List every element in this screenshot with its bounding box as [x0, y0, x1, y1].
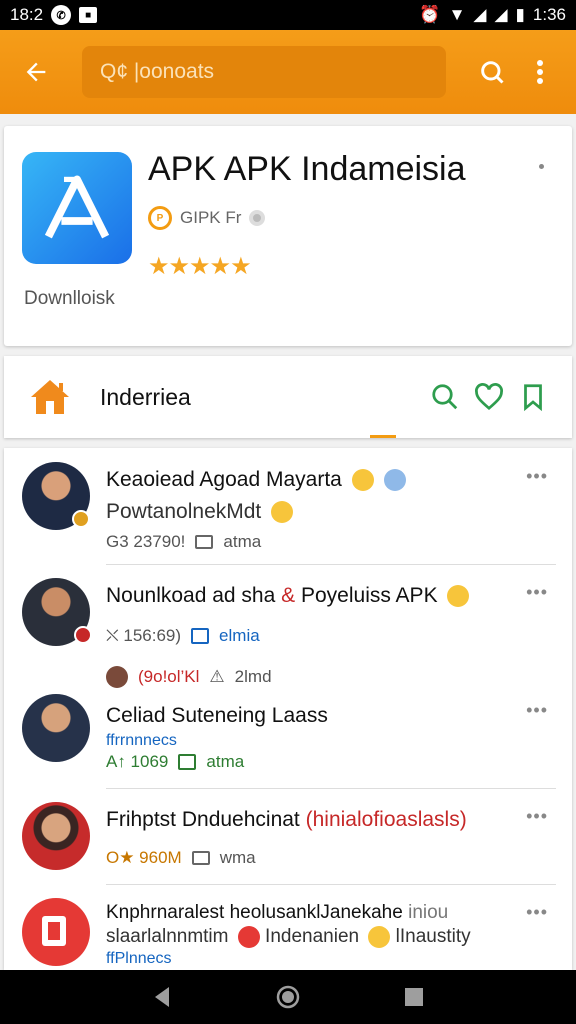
item-title: Celiad Suteneing Laass	[106, 704, 328, 727]
app-icon[interactable]	[22, 152, 132, 264]
arrow-left-icon	[26, 62, 46, 82]
item-title: Knphrnaralest heolusanklJanekahe iniou	[106, 902, 449, 923]
app-bar: Q¢ |oonoats	[0, 30, 576, 114]
back-triangle-icon[interactable]	[151, 985, 173, 1009]
item-subtitle: PowtanolnekMdt	[106, 500, 294, 524]
notification-icon: ■	[79, 7, 98, 23]
downloads-label: Downlloisk	[24, 288, 115, 309]
divider	[106, 564, 556, 565]
app-logo-icon	[44, 175, 110, 239]
list-item[interactable]: Knphrnaralest heolusanklJanekahe iniou s…	[4, 888, 572, 970]
tab-indicator	[370, 435, 396, 438]
emoji-icon	[351, 469, 374, 492]
more-horiz-icon[interactable]: •••	[526, 700, 548, 721]
more-horiz-icon[interactable]: •••	[526, 582, 548, 603]
divider	[106, 788, 556, 789]
item-meta: ffPlnnecs	[106, 950, 172, 967]
back-button[interactable]	[14, 50, 58, 94]
alarm-icon: ⏰	[419, 5, 441, 24]
emoji-icon	[368, 926, 391, 948]
tag-icon	[191, 628, 210, 644]
item-meta: ⛌ 156:69) elmia	[106, 626, 260, 645]
item-meta: O★ 960M wma	[106, 848, 256, 867]
item-meta: G3 23790! atma	[106, 532, 262, 551]
more-vert-icon	[537, 60, 543, 84]
more-dot-icon[interactable]	[539, 164, 544, 169]
app-meta: P GIPK Fr	[148, 206, 266, 230]
whatsapp-icon: ✆	[51, 5, 72, 25]
badge-icon	[74, 626, 92, 644]
item-meta: A↑ 1069 atma	[106, 752, 245, 771]
status-time-right: 1:36	[532, 5, 566, 24]
section-title: Inderriea	[100, 383, 191, 410]
section-nav-card: Inderriea	[4, 356, 572, 438]
emoji-icon	[271, 501, 294, 524]
info-icon	[249, 210, 266, 226]
emoji-icon	[383, 469, 406, 492]
signal-icon-2: ◢	[494, 5, 508, 24]
status-bar: 18:2 ✆ ■ ⏰ ▼ ◢ ◢ ▮ 1:36	[0, 0, 576, 30]
wifi-icon: ▼	[448, 5, 466, 24]
app-meta-text: GIPK Fr	[180, 208, 242, 227]
signal-icon: ◢	[473, 5, 487, 24]
developer-icon: P	[148, 206, 172, 230]
item-title: Frihptst Dnduehcinat (hinialofioaslasls)	[106, 808, 467, 831]
app-logo-icon	[42, 916, 66, 946]
rating-stars: ★★★★★	[148, 253, 252, 280]
emoji-icon	[237, 926, 260, 948]
item-subtitle: ffrrnnnecs	[106, 732, 177, 749]
list-item[interactable]: Celiad Suteneing Laass ffrrnnnecs A↑ 106…	[4, 684, 572, 790]
search-icon	[481, 61, 504, 84]
list-item[interactable]: Keaoiead Agoad Mayarta PowtanolnekMdt G3…	[4, 448, 572, 565]
avatar	[22, 802, 90, 870]
folder-icon	[195, 535, 214, 549]
search-button[interactable]	[470, 50, 514, 94]
bookmark-icon[interactable]	[518, 382, 548, 412]
emoji-icon	[447, 585, 470, 608]
system-nav-bar	[0, 970, 576, 1024]
recents-square-icon[interactable]	[403, 986, 425, 1008]
item-subtitle: slaarlalnnmtim Indenanien lInaustity	[106, 926, 471, 948]
item-title: Nounlkoad ad sha & Poyeluiss APK	[106, 584, 470, 608]
more-horiz-icon[interactable]: •••	[526, 902, 548, 923]
list-item[interactable]: Frihptst Dnduehcinat (hinialofioaslasls)…	[4, 790, 572, 886]
search-icon[interactable]	[430, 382, 460, 412]
overflow-menu-button[interactable]	[518, 50, 562, 94]
status-time-left: 18:2	[10, 5, 44, 24]
app-list: Keaoiead Agoad Mayarta PowtanolnekMdt G3…	[4, 448, 572, 970]
app-info-card: APK APK Indameisia P GIPK Fr ★★★★★ Downl…	[4, 126, 572, 346]
folder-icon	[191, 851, 210, 865]
avatar	[22, 898, 90, 966]
verified-badge-icon	[72, 510, 90, 528]
battery-icon: ▮	[515, 5, 525, 24]
divider	[106, 884, 556, 885]
avatar	[22, 694, 90, 762]
more-horiz-icon[interactable]: •••	[526, 806, 548, 827]
home-circle-icon[interactable]	[275, 984, 301, 1010]
list-item[interactable]: Nounlkoad ad sha & Poyeluiss APK ⛌ 156:6…	[4, 566, 572, 688]
heart-icon[interactable]	[474, 382, 504, 412]
item-title: Keaoiead Agoad Mayarta	[106, 468, 406, 492]
app-title: APK APK Indameisia	[148, 150, 466, 188]
search-input[interactable]: Q¢ |oonoats	[82, 46, 446, 98]
tag-icon	[178, 754, 197, 770]
home-icon[interactable]	[28, 377, 72, 417]
more-horiz-icon[interactable]: •••	[526, 466, 548, 487]
